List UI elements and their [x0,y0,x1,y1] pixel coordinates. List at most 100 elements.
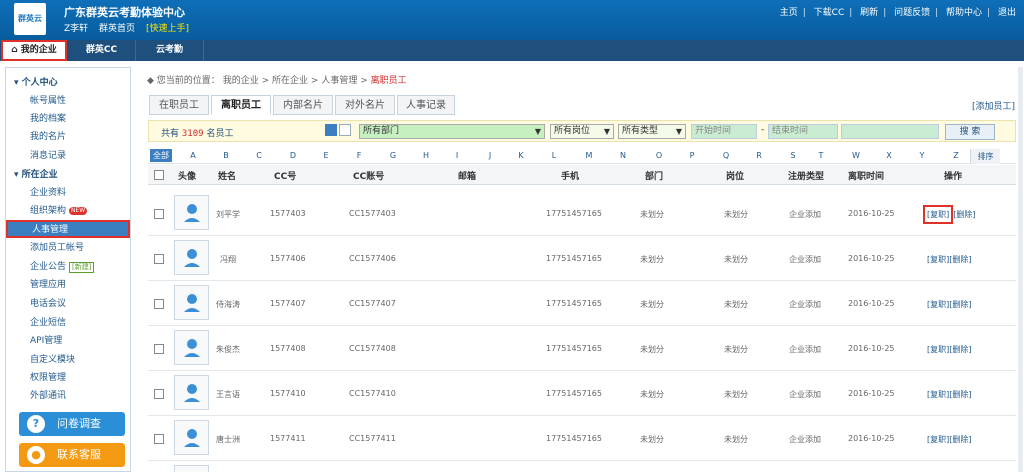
letter-r[interactable]: R [752,151,766,160]
letter-w[interactable]: W [849,151,863,160]
sidebar-item-apps[interactable]: 管理应用 [30,277,66,290]
sidebar-group-company[interactable]: ▾ 所在企业 [14,167,58,180]
top-link-download[interactable]: 下载CC [814,5,845,18]
delete-button[interactable]: [删除] [949,390,971,399]
avatar[interactable] [174,285,209,320]
sidebar-item-messages[interactable]: 消息记录 [30,148,66,161]
reinstate-button[interactable]: [复职] [927,345,949,354]
letter-y[interactable]: Y [915,151,929,160]
tab-internal-card[interactable]: 内部名片 [273,95,333,115]
logo[interactable]: 群英云 [14,3,46,35]
letter-z[interactable]: Z [949,151,963,160]
avatar[interactable] [174,330,209,365]
delete-button[interactable]: [删除] [953,210,975,219]
tab-hr-records[interactable]: 人事记录 [397,95,455,115]
nav-tab-cc[interactable]: 群英CC [68,40,136,61]
sidebar-item-account[interactable]: 帐号属性 [30,93,66,106]
avatar[interactable] [174,420,209,455]
type-select[interactable]: 所有类型 ▼ [618,124,686,139]
tab-resigned-staff[interactable]: 离职员工 [211,95,271,115]
select-all-checkbox[interactable] [154,170,164,180]
reinstate-button[interactable]: [复职] [927,300,949,309]
vertical-scrollbar[interactable] [1018,67,1023,472]
avatar[interactable] [174,465,209,472]
sidebar-item-org[interactable]: 组织架构 NEW [30,203,88,216]
top-link-feedback[interactable]: 问题反馈 [894,5,930,18]
delete-button[interactable]: [删除] [949,345,971,354]
letter-m[interactable]: M [582,151,596,160]
row-checkbox[interactable] [154,434,164,444]
row-checkbox[interactable] [154,344,164,354]
tab-external-card[interactable]: 对外名片 [335,95,395,115]
sidebar-item-card[interactable]: 我的名片 [30,129,66,142]
breadcrumb-item[interactable]: 所在企业 [272,76,308,86]
sidebar-item-profile[interactable]: 我的档案 [30,111,66,124]
search-button[interactable]: 搜 索 [945,124,995,140]
letter-all[interactable]: 全部 [150,149,172,162]
letter-n[interactable]: N [616,151,630,160]
letter-t[interactable]: T [814,151,828,160]
avatar[interactable] [174,375,209,410]
sidebar-group-personal[interactable]: ▾ 个人中心 [14,75,58,88]
letter-l[interactable]: L [547,151,561,160]
breadcrumb-item[interactable]: 人事管理 [321,76,357,86]
letter-x[interactable]: X [882,151,896,160]
sidebar-item-notice[interactable]: 企业公告 [新建] [30,259,95,273]
home-link[interactable]: 群英首页 [99,24,135,34]
sidebar-item-sms[interactable]: 企业短信 [30,315,66,328]
letter-s[interactable]: S [786,151,800,160]
letter-b[interactable]: B [219,151,233,160]
tab-active-staff[interactable]: 在职员工 [149,95,209,115]
sidebar-item-conference[interactable]: 电话会议 [30,296,66,309]
top-link-home[interactable]: 主页 [780,5,798,18]
sidebar-item-external[interactable]: 外部通讯 [30,388,66,401]
add-employee-link[interactable]: [添加员工] [972,99,1015,112]
list-view-icon[interactable] [325,124,337,136]
end-time-input[interactable]: 结束时间 [768,124,838,139]
service-button[interactable]: ● 联系客服 [19,443,125,467]
breadcrumb-item[interactable]: 我的企业 [223,76,259,86]
top-link-refresh[interactable]: 刷新 [860,5,878,18]
top-link-logout[interactable]: 退出 [998,5,1016,18]
sidebar-item-custom[interactable]: 自定义模块 [30,352,75,365]
nav-tab-my-company[interactable]: ⌂ 我的企业 [1,40,67,61]
letter-p[interactable]: P [685,151,699,160]
delete-button[interactable]: [删除] [949,435,971,444]
reinstate-button[interactable]: [复职] [927,390,949,399]
new-create-link[interactable]: [新建] [69,262,95,273]
quick-start-link[interactable]: [快速上手] [146,24,189,34]
row-checkbox[interactable] [154,254,164,264]
avatar[interactable] [174,195,209,230]
reinstate-button[interactable]: [复职] [923,205,954,224]
letter-q[interactable]: Q [719,151,733,160]
top-link-help[interactable]: 帮助中心 [946,5,982,18]
letter-h[interactable]: H [419,151,433,160]
avatar[interactable] [174,240,209,275]
keyword-input[interactable] [841,124,939,139]
letter-j[interactable]: J [483,151,497,160]
row-checkbox[interactable] [154,209,164,219]
sort-button[interactable]: 排序 [970,149,1000,164]
sidebar-item-api[interactable]: API管理 [30,333,62,346]
letter-e[interactable]: E [319,151,333,160]
row-checkbox[interactable] [154,389,164,399]
sidebar-item-company-info[interactable]: 企业资料 [30,185,66,198]
letter-o[interactable]: O [652,151,666,160]
letter-g[interactable]: G [386,151,400,160]
reinstate-button[interactable]: [复职] [927,255,949,264]
letter-i[interactable]: I [450,151,464,160]
sidebar-item-hr[interactable]: 人事管理 [6,220,130,238]
letter-a[interactable]: A [186,151,200,160]
letter-k[interactable]: K [514,151,528,160]
sidebar-item-add-account[interactable]: 添加员工帐号 [30,240,84,253]
nav-tab-attendance[interactable]: 云考勤 [136,40,204,61]
sidebar-item-permissions[interactable]: 权限管理 [30,370,66,383]
user-name[interactable]: Z李轩 [64,24,88,34]
reinstate-button[interactable]: [复职] [927,435,949,444]
letter-d[interactable]: D [286,151,300,160]
delete-button[interactable]: [删除] [949,300,971,309]
letter-c[interactable]: C [252,151,266,160]
department-select[interactable]: 所有部门 ▼ [359,124,545,139]
survey-button[interactable]: ? 问卷调查 [19,412,125,436]
grid-view-icon[interactable] [339,124,351,136]
